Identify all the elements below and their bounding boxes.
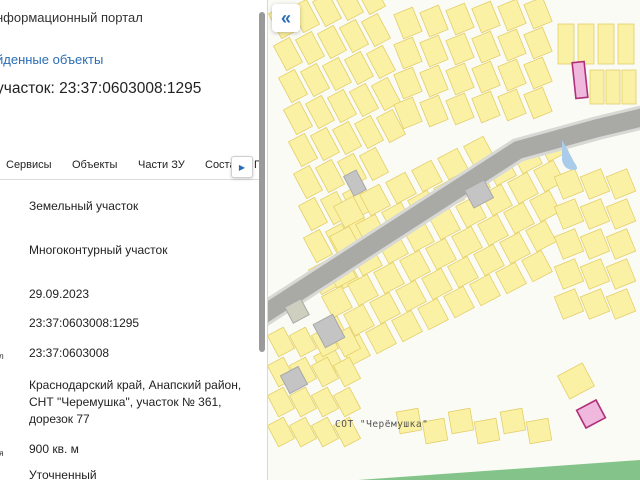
parcel bbox=[605, 228, 637, 260]
parcel bbox=[288, 326, 318, 358]
parcel bbox=[497, 58, 527, 92]
collapse-panel-button[interactable]: « bbox=[272, 4, 300, 32]
parcel bbox=[589, 69, 605, 105]
parcel bbox=[268, 416, 296, 448]
parcel bbox=[332, 386, 362, 418]
parcel bbox=[393, 66, 423, 100]
parcel bbox=[393, 6, 423, 40]
parcel bbox=[419, 4, 449, 38]
parcel bbox=[579, 198, 611, 230]
tab-objects[interactable]: Объекты bbox=[72, 159, 117, 171]
tab-parts[interactable]: Части ЗУ bbox=[138, 159, 185, 171]
parcel bbox=[471, 60, 501, 94]
portal-title: нформационный портал bbox=[0, 10, 143, 25]
parcel bbox=[605, 198, 637, 230]
parcel bbox=[419, 64, 449, 98]
parcel bbox=[447, 407, 475, 435]
map-canvas[interactable] bbox=[268, 0, 640, 480]
parcel bbox=[393, 36, 423, 70]
parcel bbox=[471, 90, 501, 124]
parcel bbox=[617, 23, 635, 65]
parcel bbox=[557, 23, 575, 65]
triangle-right-icon: ▶ bbox=[238, 162, 246, 172]
parcel bbox=[553, 228, 585, 260]
parcel bbox=[288, 416, 318, 448]
parcel bbox=[597, 23, 615, 65]
parcel bbox=[523, 86, 553, 120]
parcel bbox=[523, 56, 553, 90]
field-label: дя bbox=[0, 448, 4, 458]
info-panel: нформационный портал йденные объекты уча… bbox=[0, 0, 268, 480]
double-chevron-left-icon: « bbox=[280, 8, 291, 28]
tab-scroll-button[interactable]: ▶ bbox=[231, 156, 253, 178]
parcel bbox=[268, 326, 296, 358]
map-area-label: СОТ "Черёмушка" bbox=[335, 419, 429, 430]
field-label: ал bbox=[0, 351, 4, 361]
field-quarter-value: 23:37:0603008 bbox=[29, 346, 110, 360]
found-objects-link[interactable]: йденные объекты bbox=[0, 52, 103, 67]
parcel bbox=[419, 34, 449, 68]
field-area-value: 900 кв. м bbox=[29, 442, 79, 456]
field-date-value: 29.09.2023 bbox=[29, 287, 90, 301]
parcel bbox=[499, 407, 527, 435]
parcel bbox=[553, 258, 585, 290]
parcel bbox=[579, 168, 611, 200]
parcel bbox=[497, 88, 527, 122]
parcel bbox=[579, 258, 611, 290]
parcel bbox=[605, 288, 637, 320]
field-kind-value: Многоконтурный участок bbox=[29, 243, 168, 257]
field-address-value: Краснодарский край, Анапский район, СНТ … bbox=[29, 378, 242, 426]
parcel bbox=[523, 26, 553, 60]
parcel bbox=[445, 32, 475, 66]
parcel bbox=[497, 0, 527, 32]
parcel bbox=[577, 23, 595, 65]
parcel bbox=[579, 288, 611, 320]
parcel bbox=[419, 94, 449, 128]
tab-services[interactable]: Сервисы bbox=[6, 159, 52, 171]
parcel bbox=[579, 228, 611, 260]
parcel bbox=[471, 0, 501, 34]
parcel bbox=[497, 28, 527, 62]
parcel bbox=[553, 288, 585, 320]
parcel bbox=[605, 258, 637, 290]
panel-scrollbar[interactable] bbox=[259, 12, 265, 352]
selected-parcel[interactable] bbox=[571, 60, 589, 100]
parcel bbox=[621, 69, 637, 105]
field-status-value: Уточненный bbox=[29, 468, 97, 480]
parcel bbox=[605, 168, 637, 200]
parcel bbox=[553, 198, 585, 230]
page-title: участок: 23:37:0603008:1295 bbox=[0, 80, 202, 97]
field-type-value: Земельный участок bbox=[29, 199, 139, 213]
parcel bbox=[556, 362, 596, 400]
parcel bbox=[445, 92, 475, 126]
selected-parcel[interactable] bbox=[575, 398, 607, 430]
tab-bar: Сервисы Объекты Части ЗУ Соста Г ▶ bbox=[0, 152, 262, 180]
field-cadastral-number-value: 23:37:0603008:1295 bbox=[29, 316, 140, 330]
parcel bbox=[310, 386, 340, 418]
cadastral-map[interactable] bbox=[268, 0, 640, 480]
parcel bbox=[525, 417, 553, 445]
parcel bbox=[445, 2, 475, 36]
parcel bbox=[445, 62, 475, 96]
parcel bbox=[471, 30, 501, 64]
green-area bbox=[358, 460, 640, 480]
parcel bbox=[523, 0, 553, 30]
parcel bbox=[605, 69, 621, 105]
parcel bbox=[473, 417, 501, 445]
